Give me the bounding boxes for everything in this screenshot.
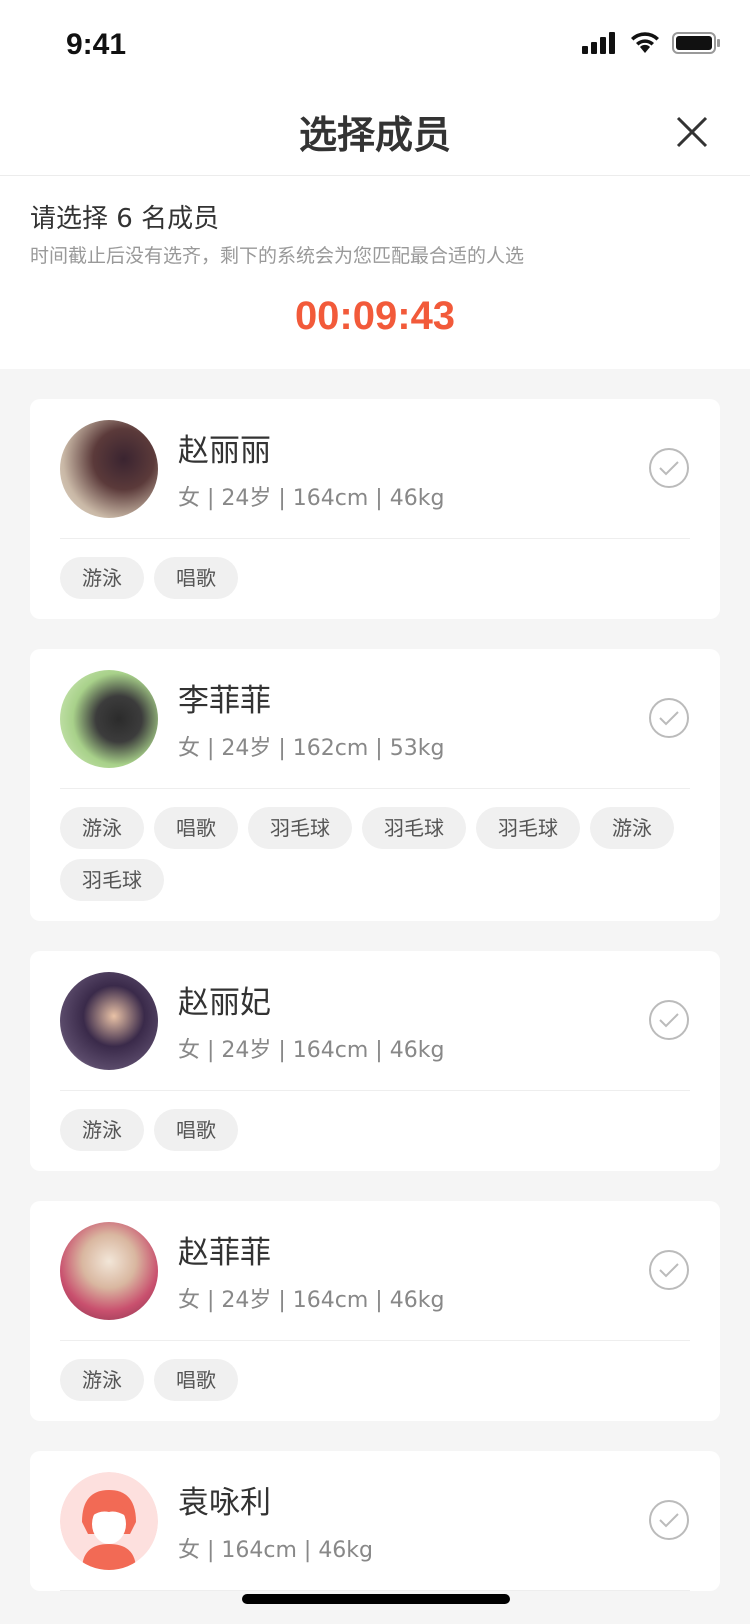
member-info: 李菲菲 女 | 24岁 | 162cm | 53kg <box>178 675 444 762</box>
member-name: 李菲菲 <box>178 683 271 719</box>
member-name: 赵菲菲 <box>178 1235 271 1271</box>
member-meta: 女 | 164cm | 46kg <box>178 1538 374 1563</box>
avatar <box>60 971 158 1070</box>
tag-list: 游泳 唱歌 <box>60 1091 690 1171</box>
wifi-icon <box>631 32 659 53</box>
close-icon[interactable] <box>674 114 710 150</box>
avatar <box>60 419 158 518</box>
check-circle-icon[interactable] <box>648 1249 690 1291</box>
member-card-header: 赵丽丽 女 | 24岁 | 164cm | 46kg <box>60 399 690 539</box>
tag: 游泳 <box>60 557 144 599</box>
member-card[interactable]: 赵丽妃 女 | 24岁 | 164cm | 46kg 游泳 唱歌 <box>30 951 720 1171</box>
tag: 羽毛球 <box>248 807 352 849</box>
tag-list: 游泳 唱歌 <box>60 1341 690 1421</box>
member-card-header: 袁咏利 女 | 164cm | 46kg <box>60 1451 690 1591</box>
member-card[interactable]: 袁咏利 女 | 164cm | 46kg <box>30 1451 720 1591</box>
check-circle-icon[interactable] <box>648 447 690 489</box>
member-name: 赵丽丽 <box>178 433 271 469</box>
status-bar: 9:41 <box>0 0 750 94</box>
check-circle-icon[interactable] <box>648 999 690 1041</box>
home-indicator[interactable] <box>242 1594 510 1604</box>
member-info: 袁咏利 女 | 164cm | 46kg <box>178 1477 373 1564</box>
tag: 唱歌 <box>154 807 238 849</box>
member-card-header: 赵丽妃 女 | 24岁 | 164cm | 46kg <box>60 951 690 1091</box>
member-name: 赵丽妃 <box>178 985 271 1021</box>
member-card-header: 赵菲菲 女 | 24岁 | 164cm | 46kg <box>60 1201 690 1341</box>
intro-section: 请选择 6 名成员 时间截止后没有选齐，剩下的系统会为您匹配最合适的人选 00:… <box>0 176 750 369</box>
nav-bar: 选择成员 <box>0 94 750 176</box>
tag: 唱歌 <box>154 557 238 599</box>
battery-icon <box>672 32 720 54</box>
tag-list: 游泳 唱歌 羽毛球 羽毛球 羽毛球 游泳 羽毛球 <box>60 789 690 921</box>
intro-subtitle: 时间截止后没有选齐，剩下的系统会为您匹配最合适的人选 <box>30 245 525 267</box>
countdown-timer: 00:09:43 <box>294 294 456 338</box>
avatar <box>60 1221 158 1320</box>
tag-list: 游泳 唱歌 <box>60 539 690 619</box>
member-meta: 女 | 24岁 | 164cm | 46kg <box>178 486 445 511</box>
status-icons <box>582 32 720 54</box>
member-card-header: 李菲菲 女 | 24岁 | 162cm | 53kg <box>60 649 690 789</box>
tag: 游泳 <box>60 1109 144 1151</box>
tag: 游泳 <box>60 807 144 849</box>
tag: 游泳 <box>590 807 674 849</box>
member-card[interactable]: 李菲菲 女 | 24岁 | 162cm | 53kg 游泳 唱歌 羽毛球 羽毛球… <box>30 649 720 921</box>
tag: 羽毛球 <box>362 807 466 849</box>
signal-icon <box>582 32 615 54</box>
member-card[interactable]: 赵丽丽 女 | 24岁 | 164cm | 46kg 游泳 唱歌 <box>30 399 720 619</box>
status-time: 9:41 <box>66 28 127 61</box>
avatar <box>60 669 158 768</box>
check-circle-icon[interactable] <box>648 697 690 739</box>
intro-title: 请选择 6 名成员 <box>30 204 220 234</box>
member-card[interactable]: 赵菲菲 女 | 24岁 | 164cm | 46kg 游泳 唱歌 <box>30 1201 720 1421</box>
member-info: 赵丽丽 女 | 24岁 | 164cm | 46kg <box>178 425 444 512</box>
tag: 羽毛球 <box>60 859 164 901</box>
tag: 唱歌 <box>154 1359 238 1401</box>
member-meta: 女 | 24岁 | 164cm | 46kg <box>178 1288 445 1313</box>
tag: 游泳 <box>60 1359 144 1401</box>
tag: 羽毛球 <box>476 807 580 849</box>
member-info: 赵丽妃 女 | 24岁 | 164cm | 46kg <box>178 977 444 1064</box>
tag: 唱歌 <box>154 1109 238 1151</box>
member-info: 赵菲菲 女 | 24岁 | 164cm | 46kg <box>178 1227 444 1314</box>
member-list: 赵丽丽 女 | 24岁 | 164cm | 46kg 游泳 唱歌 李菲菲 女 |… <box>0 369 750 1591</box>
member-name: 袁咏利 <box>178 1485 271 1521</box>
page-title: 选择成员 <box>298 113 451 157</box>
member-meta: 女 | 24岁 | 164cm | 46kg <box>178 1038 445 1063</box>
default-avatar-icon <box>60 1471 158 1570</box>
member-meta: 女 | 24岁 | 162cm | 53kg <box>178 736 445 761</box>
header-area: 9:41 选择成员 请选择 6 名成员 时间截止后没有选齐，剩下的系统会为您匹配… <box>0 0 750 369</box>
check-circle-icon[interactable] <box>648 1499 690 1541</box>
